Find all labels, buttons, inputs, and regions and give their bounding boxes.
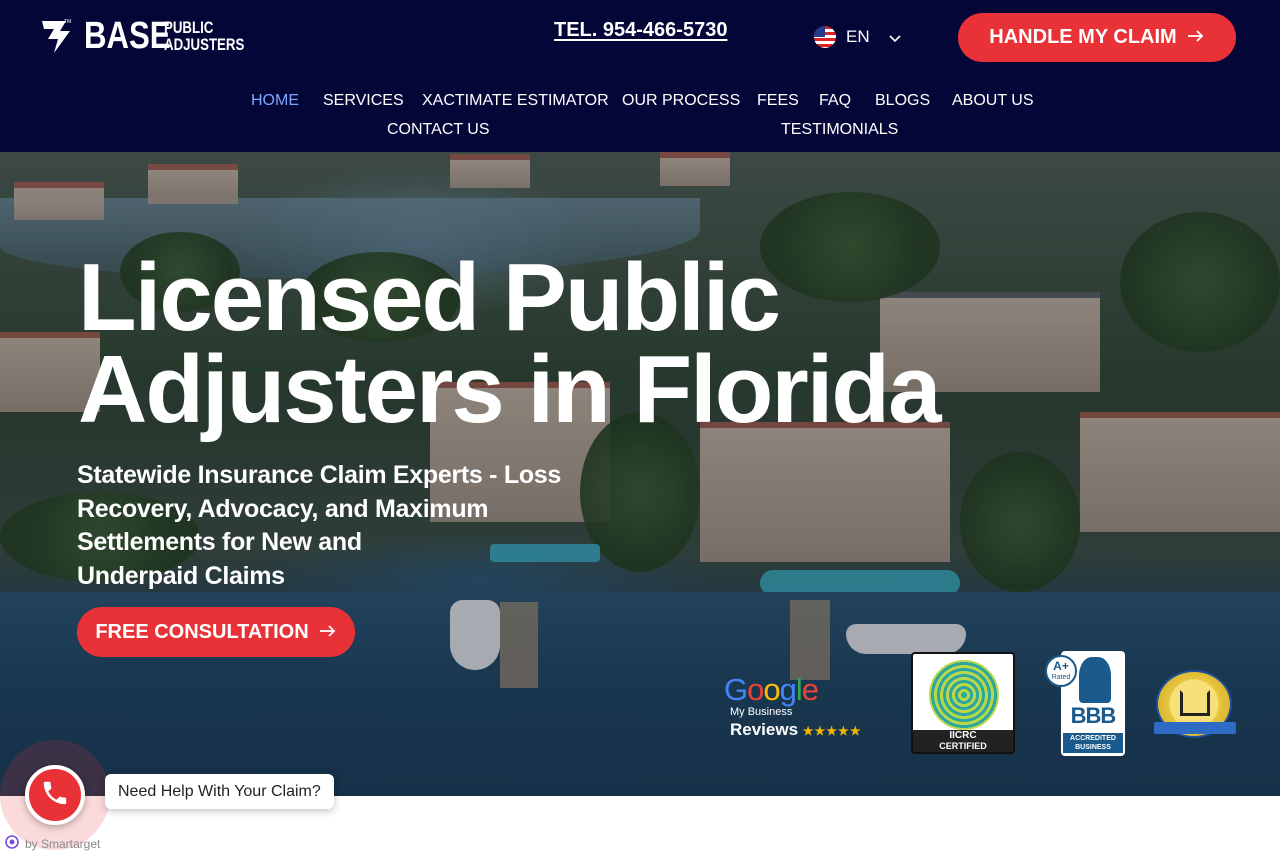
bbb-accredited-badge[interactable]: A+ Rated BBB ACCREDITED BUSINESS	[1045, 651, 1125, 756]
logo-line-1: PUBLIC	[164, 18, 214, 37]
hero-title-line-2: Adjusters in Florida	[78, 336, 941, 443]
call-help-button[interactable]	[25, 765, 85, 825]
handle-my-claim-label: HANDLE MY CLAIM	[989, 26, 1177, 48]
house-icon	[1180, 690, 1210, 716]
nav-testimonials[interactable]: TESTIMONIALS	[781, 121, 898, 139]
nav-home[interactable]: HOME	[251, 92, 299, 110]
smartarget-label: by Smartarget	[25, 836, 101, 851]
smartarget-icon	[4, 834, 20, 853]
language-selector[interactable]: EN	[814, 26, 902, 48]
google-badge-reviews: Reviews ★★★★★	[730, 720, 874, 740]
arrow-right-icon	[1187, 26, 1205, 49]
hero-section: Licensed Public Adjusters in Florida Sta…	[0, 152, 1280, 796]
bbb-rated: Rated	[1051, 674, 1071, 681]
google-letter: g	[779, 672, 797, 707]
google-wordmark: Google	[724, 674, 874, 706]
arrow-right-icon	[319, 621, 337, 644]
nav-fees[interactable]: FEES	[757, 92, 799, 110]
logo-subtitle: PUBLIC ADJUSTERS	[164, 19, 244, 53]
bbb-accredited-label: ACCREDITED BUSINESS	[1063, 733, 1123, 753]
svg-text:TM: TM	[64, 19, 71, 25]
bbb-grade-seal: A+ Rated	[1045, 655, 1077, 687]
free-consultation-label: FREE CONSULTATION	[95, 620, 309, 643]
iicrc-line-2: CERTIFIED	[939, 741, 987, 751]
nav-about-us[interactable]: ABOUT US	[952, 92, 1034, 110]
bbb-name: BBB	[1070, 703, 1117, 728]
hero-title-line-1: Licensed Public	[78, 244, 781, 351]
logo-line-2: ADJUSTERS	[164, 35, 245, 54]
google-letter: o	[747, 672, 764, 707]
handle-my-claim-button[interactable]: HANDLE MY CLAIM	[958, 13, 1236, 62]
hero-subtitle: Statewide Insurance Claim Experts - Loss…	[77, 459, 577, 593]
base-logo-icon: TM	[40, 17, 78, 55]
bbb-line-2: BUSINESS	[1075, 744, 1111, 751]
free-consultation-button[interactable]: FREE CONSULTATION	[77, 607, 355, 657]
iicrc-badge-label: IICRC CERTIFIED	[913, 730, 1013, 752]
star-rating-icon: ★★★★★	[802, 724, 862, 738]
house-seal-icon	[1154, 670, 1236, 738]
hero-subtitle-line-2: Recovery, Advocacy, and Maximum	[77, 494, 489, 523]
google-letter: e	[801, 672, 819, 707]
us-flag-icon	[814, 26, 836, 48]
hero-subtitle-line-1: Statewide Insurance Claim Experts - Loss	[77, 461, 561, 489]
bbb-grade: A+	[1053, 659, 1069, 673]
globe-icon	[929, 660, 999, 730]
smartarget-credit[interactable]: by Smartarget	[4, 834, 100, 853]
site-header: TM BASE PUBLIC ADJUSTERS TEL. 954-466-57…	[0, 0, 1280, 152]
language-code: EN	[846, 27, 870, 46]
bbb-torch-icon	[1079, 657, 1111, 703]
google-reviews-label: Reviews	[730, 720, 799, 739]
google-letter: G	[724, 672, 748, 707]
logo-wordmark: BASE	[84, 15, 171, 57]
phone-icon	[40, 778, 70, 813]
hero-subtitle-line-4: Underpaid Claims	[77, 561, 285, 590]
google-reviews-badge[interactable]: Google My Business Reviews ★★★★★	[724, 674, 874, 744]
hero-title: Licensed Public Adjusters in Florida	[78, 244, 1018, 443]
nav-contact-us[interactable]: CONTACT US	[387, 121, 490, 139]
phone-link[interactable]: TEL. 954-466-5730	[554, 19, 727, 42]
google-letter: o	[763, 672, 780, 707]
seal-ribbon	[1154, 722, 1236, 734]
nav-faq[interactable]: FAQ	[819, 92, 851, 110]
iicrc-certified-badge: IICRC CERTIFIED	[911, 652, 1015, 754]
iicrc-line-1: IICRC	[949, 730, 977, 741]
help-bubble[interactable]: Need Help With Your Claim?	[105, 774, 334, 809]
bbb-line-1: ACCREDITED	[1070, 735, 1116, 742]
nav-xactimate-estimator[interactable]: XACTIMATE ESTIMATOR	[422, 92, 609, 110]
nav-services[interactable]: SERVICES	[323, 92, 404, 110]
chevron-down-icon	[888, 30, 902, 44]
google-badge-subtitle: My Business	[730, 706, 793, 718]
nav-our-process[interactable]: OUR PROCESS	[622, 92, 740, 110]
site-logo[interactable]: TM BASE PUBLIC ADJUSTERS	[40, 16, 267, 56]
nav-blogs[interactable]: BLOGS	[875, 92, 930, 110]
hero-subtitle-line-3: Settlements for New and	[77, 528, 362, 556]
